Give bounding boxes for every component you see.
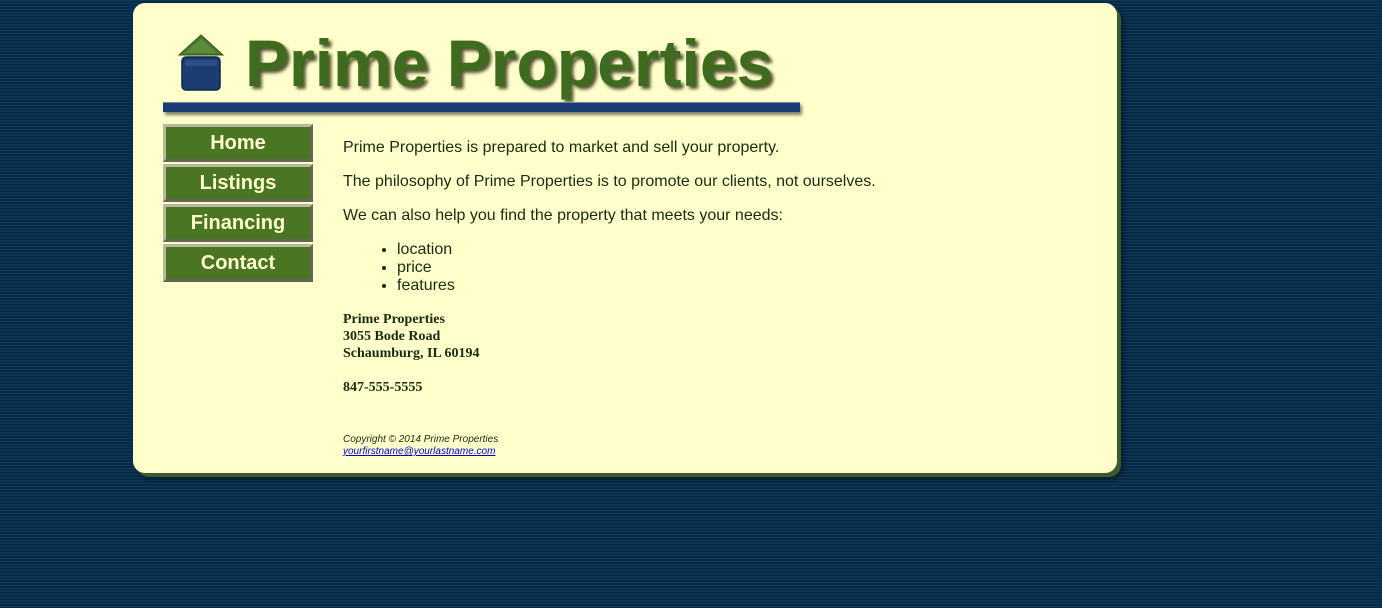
company-name: Prime Properties	[343, 312, 445, 327]
nav-item-home: Home	[163, 124, 313, 162]
phone-number: 847-555-5555	[343, 380, 423, 395]
nav-link-listings[interactable]: Listings	[163, 164, 313, 202]
main-nav: Home Listings Financing Contact	[163, 124, 313, 284]
nav-item-listings: Listings	[163, 164, 313, 202]
main-content: Prime Properties is prepared to market a…	[343, 139, 1083, 396]
copyright-text: Copyright © 2014 Prime Properties	[343, 434, 499, 445]
list-item: location	[397, 241, 1083, 259]
philosophy-paragraph: The philosophy of Prime Properties is to…	[343, 173, 876, 190]
nav-link-home[interactable]: Home	[163, 124, 313, 162]
site-title: Prime Properties	[245, 26, 774, 100]
page-wrapper: Prime Properties Home Listings Financing…	[133, 3, 1117, 473]
email-link[interactable]: yourfirstname@yourlastname.com	[343, 446, 495, 457]
nav-link-contact[interactable]: Contact	[163, 244, 313, 282]
list-item: features	[397, 277, 1083, 295]
intro-paragraph: Prime Properties is prepared to market a…	[343, 139, 780, 156]
house-icon	[177, 34, 225, 91]
nav-link-financing[interactable]: Financing	[163, 204, 313, 242]
header-divider	[163, 102, 800, 112]
nav-item-contact: Contact	[163, 244, 313, 282]
nav-item-financing: Financing	[163, 204, 313, 242]
list-item: price	[397, 259, 1083, 277]
footer: Copyright © 2014 Prime Properties yourfi…	[343, 434, 498, 458]
needs-paragraph: We can also help you find the property t…	[343, 207, 783, 224]
address-block: Prime Properties 3055 Bode Road Schaumbu…	[343, 311, 1083, 362]
header: Prime Properties	[163, 25, 803, 120]
street-address: 3055 Bode Road	[343, 329, 441, 344]
needs-list: location price features	[343, 241, 1083, 295]
city-state-zip: Schaumburg, IL 60194	[343, 346, 480, 361]
